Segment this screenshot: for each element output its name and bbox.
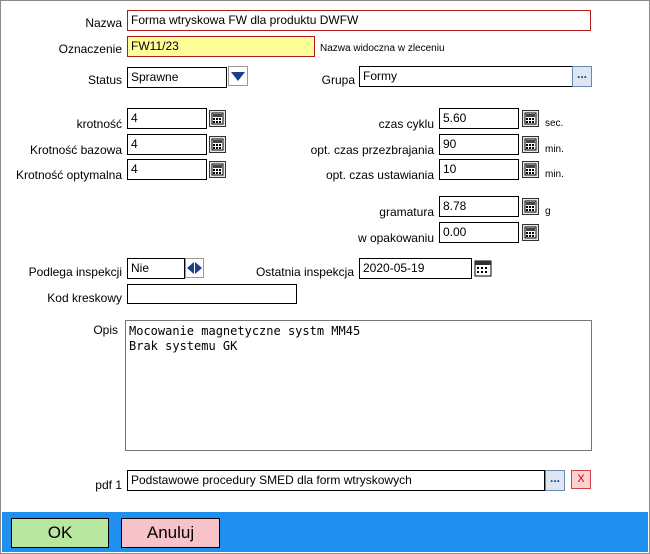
gramatura-field[interactable]: 8.78 [439,196,519,217]
oznaczenie-hint: Nazwa widoczna w zleceniu [320,43,445,54]
opt-czas-przezbrajania-calculator-button[interactable] [522,136,539,153]
gramatura-calculator-button[interactable] [522,198,539,215]
ostatnia-inspekcja-field[interactable]: 2020-05-19 [359,258,472,279]
podlega-inspekcji-spinner[interactable] [185,258,204,278]
podlega-inspekcji-select[interactable]: Nie [127,258,185,279]
gramatura-unit: g [545,206,551,217]
krotnosc-bazowa-calculator-button[interactable] [209,136,226,153]
krotnosc-bazowa-label: Krotność bazowa [29,143,122,157]
czas-cyklu-calculator-button[interactable] [522,110,539,127]
opt-czas-ustawiania-unit: min. [545,169,564,180]
opis-textarea[interactable]: Mocowanie magnetyczne systm MM45 Brak sy… [125,320,592,451]
krotnosc-optymalna-field[interactable]: 4 [127,159,207,180]
chevron-down-icon [231,72,245,81]
krotnosc-optymalna-label: Krotność optymalna [15,168,122,182]
czas-cyklu-label: czas cyklu [378,117,434,131]
status-dropdown-button[interactable] [228,66,248,86]
opt-czas-przezbrajania-unit: min. [545,144,564,155]
calendar-icon [474,260,492,277]
opt-czas-ustawiania-label: opt. czas ustawiania [325,168,434,182]
calculator-icon [524,163,537,176]
podlega-inspekcji-label: Podlega inspekcji [28,265,122,279]
krotnosc-bazowa-field[interactable]: 4 [127,134,207,155]
calculator-icon [524,200,537,213]
opt-czas-przezbrajania-field[interactable]: 90 [439,134,519,155]
pdf1-field[interactable]: Podstawowe procedury SMED dla form wtrys… [127,470,545,491]
opt-czas-ustawiania-calculator-button[interactable] [522,161,539,178]
gramatura-label: gramatura [379,205,434,219]
pdf1-browse-button[interactable]: ... [545,470,565,491]
oznaczenie-label: Oznaczenie [58,42,122,56]
krotnosc-calculator-button[interactable] [209,110,226,127]
czas-cyklu-field[interactable]: 5.60 [439,108,519,129]
status-label: Status [87,73,122,87]
kod-kreskowy-label: Kod kreskowy [47,291,122,305]
spinner-arrows-icon [187,262,202,274]
w-opakowaniu-label: w opakowaniu [357,231,434,245]
nazwa-field[interactable]: Forma wtryskowa FW dla produktu DWFW [127,10,591,31]
calculator-icon [211,163,224,176]
krotnosc-label: krotność [76,117,122,131]
calculator-icon [524,112,537,125]
ostatnia-inspekcja-calendar-button[interactable] [474,259,492,277]
opt-czas-ustawiania-field[interactable]: 10 [439,159,519,180]
opt-czas-przezbrajania-label: opt. czas przezbrajania [310,143,434,157]
krotnosc-optymalna-calculator-button[interactable] [209,161,226,178]
krotnosc-field[interactable]: 4 [127,108,207,129]
kod-kreskowy-field[interactable] [127,284,297,304]
pdf1-label: pdf 1 [95,478,122,492]
calculator-icon [524,138,537,151]
ostatnia-inspekcja-label: Ostatnia inspekcja [255,265,354,279]
calculator-icon [524,226,537,239]
opis-label: Opis [93,323,118,337]
ok-button[interactable]: OK [11,518,109,548]
w-opakowaniu-field[interactable]: 0.00 [439,222,519,243]
cancel-button[interactable]: Anuluj [121,518,220,548]
calculator-icon [211,138,224,151]
status-select[interactable]: Sprawne [127,67,227,88]
grupa-field[interactable]: Formy [359,66,573,87]
oznaczenie-field[interactable]: FW11/23 [127,36,315,57]
pdf1-clear-button[interactable]: X [571,470,591,489]
grupa-label: Grupa [321,73,355,87]
czas-cyklu-unit: sec. [545,118,564,129]
calculator-icon [211,112,224,125]
w-opakowaniu-calculator-button[interactable] [522,224,539,241]
nazwa-label: Nazwa [85,16,122,30]
grupa-browse-button[interactable]: ... [572,66,592,87]
